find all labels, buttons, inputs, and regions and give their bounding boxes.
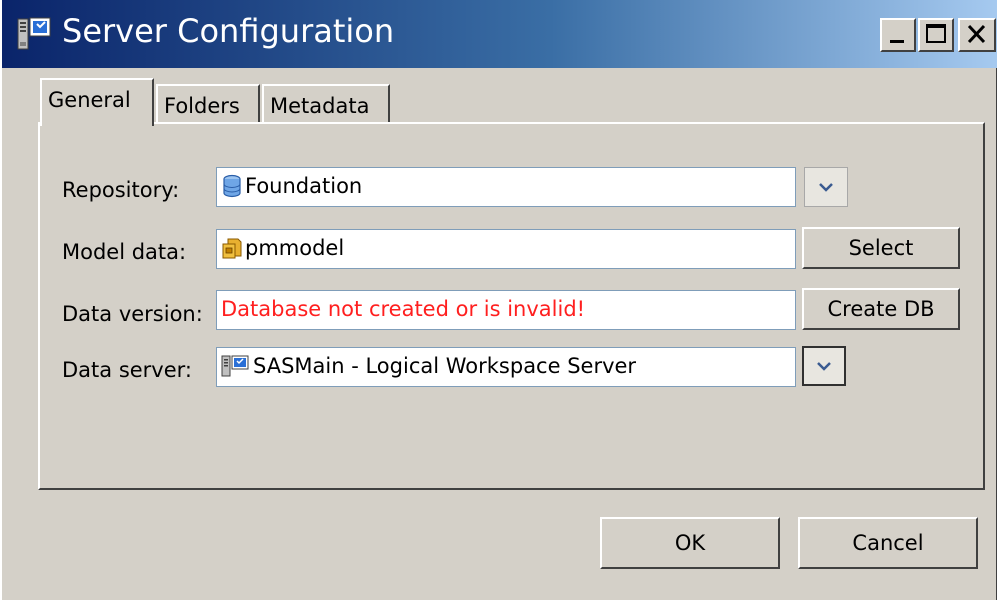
- tab-metadata[interactable]: Metadata: [262, 84, 390, 126]
- repository-dropdown-button[interactable]: [804, 167, 848, 207]
- tab-metadata-label: Metadata: [270, 94, 370, 118]
- tab-general[interactable]: General: [40, 78, 154, 126]
- data-server-dropdown-button[interactable]: [802, 346, 846, 386]
- select-button[interactable]: Select: [802, 227, 960, 269]
- model-data-field[interactable]: pmmodel: [216, 229, 796, 269]
- title-bar[interactable]: Server Configuration: [2, 0, 997, 68]
- data-version-label: Data version:: [62, 302, 203, 326]
- repository-value: Foundation: [245, 174, 363, 198]
- data-server-value: SASMain - Logical Workspace Server: [253, 354, 637, 378]
- data-version-field: Database not created or is invalid!: [216, 290, 796, 330]
- data-version-value: Database not created or is invalid!: [221, 297, 586, 321]
- maximize-button[interactable]: [918, 18, 954, 52]
- ok-button[interactable]: OK: [600, 517, 780, 569]
- server-icon: [221, 353, 251, 377]
- database-icon: [221, 173, 243, 198]
- chevron-down-icon: [819, 183, 833, 192]
- tab-general-label: General: [48, 88, 131, 112]
- close-button[interactable]: [958, 18, 996, 52]
- close-icon: [967, 24, 986, 44]
- tab-folders[interactable]: Folders: [156, 84, 260, 126]
- data-server-label: Data server:: [62, 358, 192, 382]
- minimize-icon: [890, 40, 904, 43]
- create-db-button[interactable]: Create DB: [802, 288, 960, 330]
- chevron-down-icon: [817, 362, 831, 371]
- window-title: Server Configuration: [62, 12, 395, 50]
- data-server-combobox[interactable]: SASMain - Logical Workspace Server: [216, 347, 796, 387]
- server-icon: [16, 16, 54, 52]
- minimize-button[interactable]: [880, 18, 916, 52]
- server-configuration-dialog: Server Configuration General Folders Met…: [0, 0, 997, 600]
- model-data-label: Model data:: [62, 240, 187, 264]
- cancel-button[interactable]: Cancel: [798, 517, 978, 569]
- maximize-icon: [926, 24, 946, 43]
- repository-combobox[interactable]: Foundation: [216, 167, 796, 207]
- model-icon: [221, 235, 243, 259]
- model-data-value: pmmodel: [245, 236, 345, 260]
- tab-folders-label: Folders: [164, 94, 240, 118]
- repository-label: Repository:: [62, 178, 180, 202]
